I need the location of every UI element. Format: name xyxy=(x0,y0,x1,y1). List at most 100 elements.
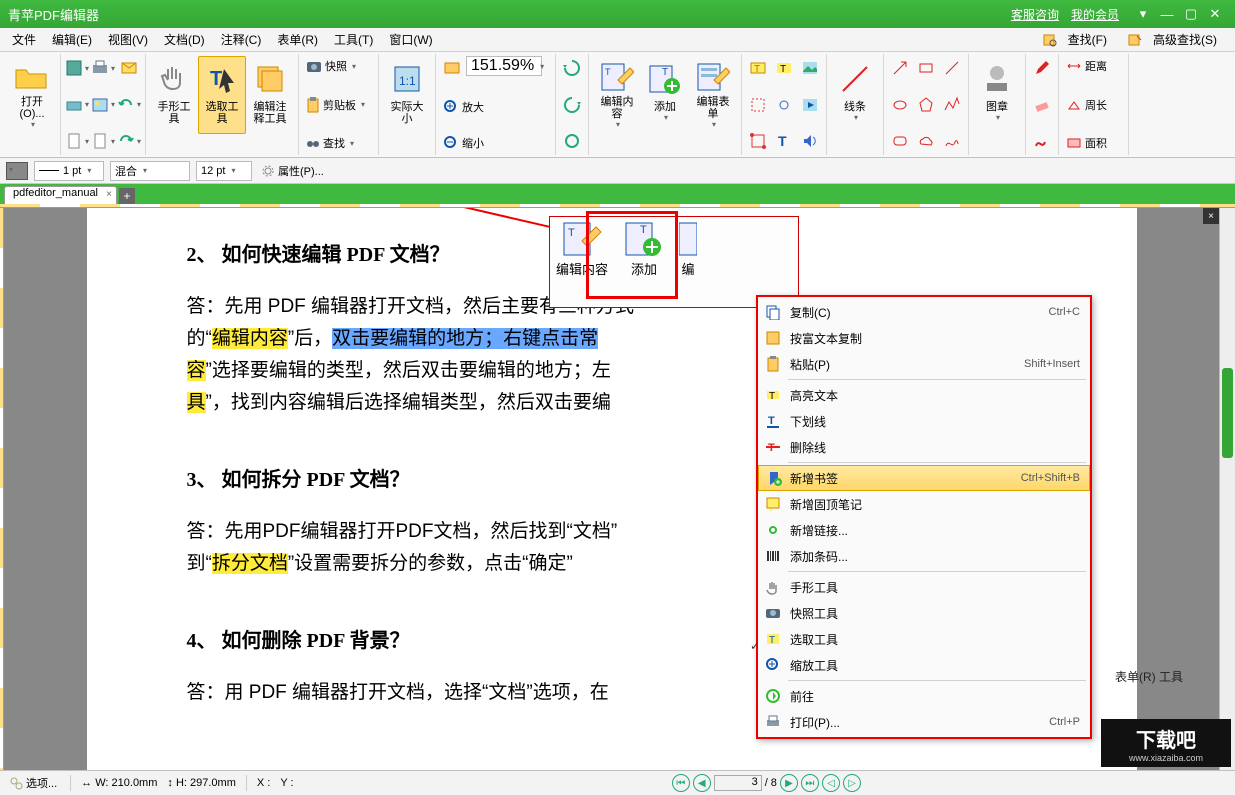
blend-combo[interactable]: 混合 xyxy=(110,161,190,181)
rotate-right-button[interactable] xyxy=(560,93,584,117)
crop-button[interactable] xyxy=(746,93,770,117)
member-link[interactable]: 我的会员 xyxy=(1071,6,1119,23)
rect-shape-button[interactable] xyxy=(914,56,938,80)
highlight-field-button[interactable]: T xyxy=(746,56,770,80)
close-panel-button[interactable]: × xyxy=(1203,208,1219,224)
hand-tool-button[interactable]: 手形工具 xyxy=(150,56,198,134)
menu-window[interactable]: 窗口(W) xyxy=(381,28,440,51)
actual-size-button[interactable]: 1:1 实际大小 xyxy=(383,56,431,134)
ctx-copy[interactable]: 复制(C)Ctrl+C xyxy=(758,299,1090,325)
ctx-link[interactable]: 新增链接... xyxy=(758,517,1090,543)
text-tool-button[interactable]: T xyxy=(772,129,796,153)
distance-button[interactable]: 距离 xyxy=(1063,56,1124,76)
open-button[interactable]: 打开(O)... xyxy=(8,56,56,134)
audio-button[interactable] xyxy=(798,129,822,153)
menu-edit[interactable]: 编辑(E) xyxy=(44,28,100,51)
edit-form-button[interactable]: 编辑表单 xyxy=(689,56,737,134)
font-size-combo[interactable]: 12 pt xyxy=(196,161,252,181)
stroke-width-combo[interactable]: 1 pt xyxy=(34,161,104,181)
options-button[interactable]: 选项... xyxy=(6,773,60,793)
nav-fwd-button[interactable]: ▷ xyxy=(843,774,861,792)
zoom-in-button[interactable]: 放大 xyxy=(440,97,551,117)
ctx-strike[interactable]: T删除线 xyxy=(758,434,1090,460)
first-page-button[interactable]: ⏮ xyxy=(672,774,690,792)
properties-button[interactable]: 属性(P)... xyxy=(258,161,327,181)
redo-button[interactable] xyxy=(117,129,141,153)
menu-file[interactable]: 文件 xyxy=(4,28,44,51)
rotate-180-button[interactable] xyxy=(560,129,584,153)
new-tab-button[interactable]: + xyxy=(119,188,135,204)
pencil-button[interactable] xyxy=(1030,56,1054,80)
settings-icon[interactable]: ▾ xyxy=(1131,4,1155,24)
nav-back-button[interactable]: ◁ xyxy=(822,774,840,792)
clipboard-button[interactable]: 剪贴板 xyxy=(303,95,374,115)
ink-button[interactable] xyxy=(1030,129,1054,153)
ellipse-shape-button[interactable] xyxy=(888,93,912,117)
fit-width-button[interactable] xyxy=(440,56,464,80)
ctx-hand[interactable]: 手形工具 xyxy=(758,574,1090,600)
ctx-zoom[interactable]: 缩放工具 xyxy=(758,652,1090,678)
zoom-out-button[interactable]: 缩小 xyxy=(440,133,551,153)
ctx-highlight[interactable]: T高亮文本 xyxy=(758,382,1090,408)
freehand-button[interactable] xyxy=(940,129,964,153)
menu-tool[interactable]: 工具(T) xyxy=(326,28,381,51)
eraser-button[interactable] xyxy=(1030,93,1054,117)
menu-form[interactable]: 表单(R) xyxy=(269,28,326,51)
snapshot-button[interactable]: 快照 xyxy=(303,56,374,76)
annotate-tool-button[interactable]: 编辑注释工具 xyxy=(246,56,294,134)
polyline-shape-button[interactable] xyxy=(940,93,964,117)
ctx-copy-rich[interactable]: 按富文本复制 xyxy=(758,325,1090,351)
find-tool-button[interactable]: 查找 xyxy=(303,133,374,153)
email-button[interactable] xyxy=(117,56,141,80)
ctx-select[interactable]: T选取工具 xyxy=(758,626,1090,652)
area-button[interactable]: 面积 xyxy=(1063,133,1124,153)
advanced-find-button[interactable]: 高级查找(S) xyxy=(1121,26,1231,53)
fill-color-picker[interactable] xyxy=(6,162,28,180)
menu-view[interactable]: 视图(V) xyxy=(100,28,156,51)
arrow-shape-button[interactable] xyxy=(888,56,912,80)
scan-button[interactable] xyxy=(65,93,89,117)
maximize-button[interactable]: ▢ xyxy=(1179,4,1203,24)
support-link[interactable]: 客服咨询 xyxy=(1011,6,1059,23)
ctx-bookmark[interactable]: 新增书签Ctrl+Shift+B xyxy=(758,465,1090,491)
ctx-goto[interactable]: 前往 xyxy=(758,683,1090,709)
text-field-button[interactable]: T xyxy=(772,56,796,80)
add-button[interactable]: T 添加 xyxy=(641,56,689,134)
last-page-button[interactable]: ⏭ xyxy=(801,774,819,792)
menu-document[interactable]: 文档(D) xyxy=(156,28,213,51)
undo-button[interactable] xyxy=(117,93,141,117)
vertical-scrollbar[interactable] xyxy=(1219,208,1235,770)
ctx-snapshot[interactable]: 快照工具 xyxy=(758,600,1090,626)
edit-content-button[interactable]: T 编辑内容 xyxy=(593,56,641,134)
image-button[interactable] xyxy=(91,93,115,117)
menu-annotate[interactable]: 注释(C) xyxy=(213,28,270,51)
blank-button[interactable] xyxy=(91,129,115,153)
resize-button[interactable] xyxy=(746,129,770,153)
next-page-button[interactable]: ▶ xyxy=(780,774,798,792)
close-button[interactable]: ✕ xyxy=(1203,4,1227,24)
minimize-button[interactable]: — xyxy=(1155,4,1179,24)
line-shape-button[interactable] xyxy=(940,56,964,80)
rounded-rect-button[interactable] xyxy=(888,129,912,153)
tab-close-icon[interactable]: × xyxy=(106,189,112,200)
scrollbar-thumb[interactable] xyxy=(1222,368,1233,458)
media-button[interactable] xyxy=(798,93,822,117)
zoom-value-combo[interactable]: 151.59% xyxy=(466,56,542,76)
find-button[interactable]: 查找(F) xyxy=(1036,26,1121,53)
link-button[interactable] xyxy=(772,93,796,117)
new-doc-button[interactable] xyxy=(65,129,89,153)
page-number-field[interactable]: 3 xyxy=(714,775,762,791)
ctx-print[interactable]: 打印(P)...Ctrl+P xyxy=(758,709,1090,735)
ctx-paste[interactable]: 粘贴(P)Shift+Insert xyxy=(758,351,1090,377)
rotate-left-button[interactable] xyxy=(560,56,584,80)
image-field-button[interactable] xyxy=(798,56,822,80)
perimeter-button[interactable]: 周长 xyxy=(1063,95,1124,115)
ctx-underline[interactable]: T下划线 xyxy=(758,408,1090,434)
ctx-barcode[interactable]: 添加条码... xyxy=(758,543,1090,569)
document-tab[interactable]: pdfeditor_manual × xyxy=(4,186,117,204)
lines-button[interactable]: 线条 xyxy=(831,56,879,134)
prev-page-button[interactable]: ◀ xyxy=(693,774,711,792)
polygon-shape-button[interactable] xyxy=(914,93,938,117)
save-button[interactable] xyxy=(65,56,89,80)
stamp-button[interactable]: 图章 xyxy=(973,56,1021,134)
